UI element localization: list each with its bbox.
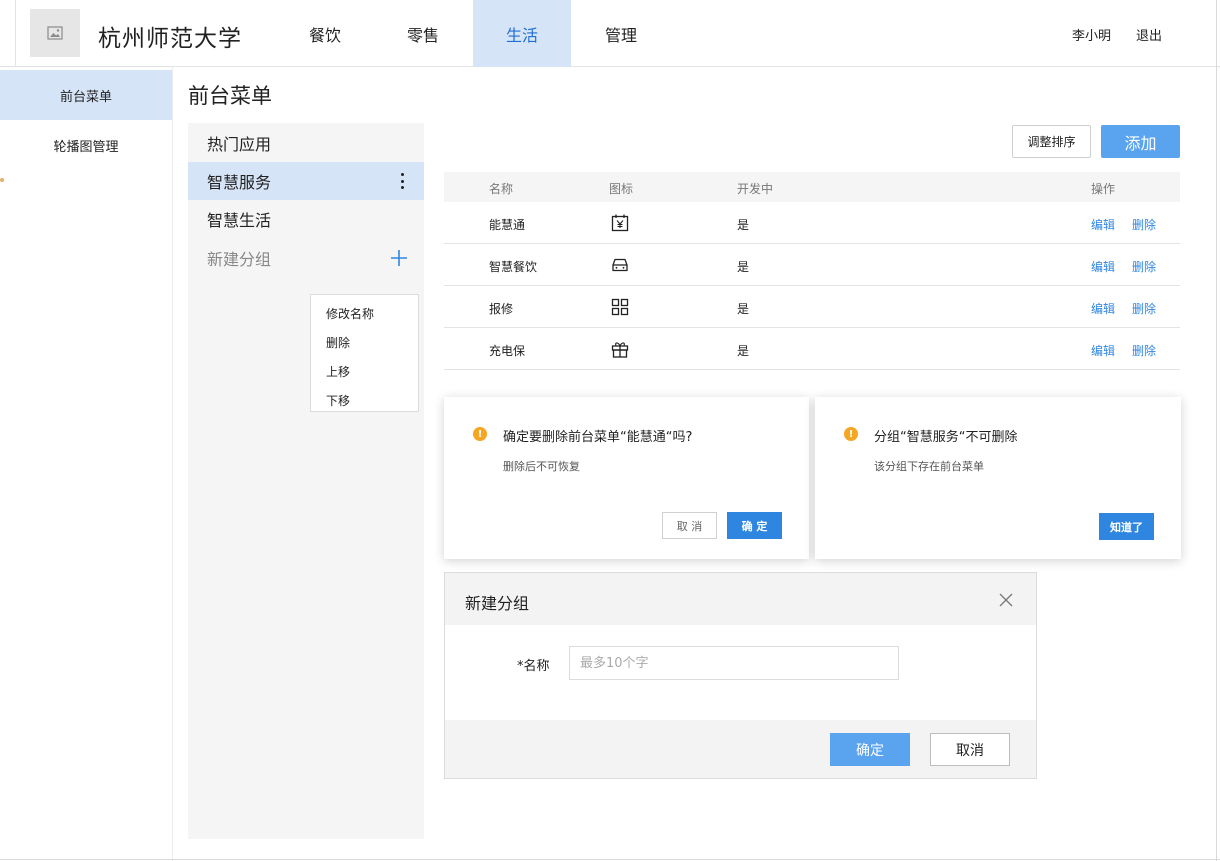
group-item-hot-apps[interactable]: 热门应用 (188, 124, 424, 162)
group-panel: 热门应用 智慧服务 智慧生活 新建分组 (188, 123, 424, 839)
name-field-label: *名称 (517, 659, 550, 674)
group-item-smart-life[interactable]: 智慧生活 (188, 200, 424, 238)
edit-link[interactable]: 编辑 (1091, 258, 1115, 275)
table-row: 充电保 是 编辑 删除 (444, 328, 1180, 370)
warning-icon: ! (473, 427, 487, 441)
row-name: 智慧餐饮 (489, 260, 538, 274)
nav-item-manage[interactable]: 管理 (572, 0, 670, 67)
divider (1216, 0, 1217, 861)
menu-item-move-up[interactable]: 上移 (326, 363, 350, 380)
menu-item-rename[interactable]: 修改名称 (326, 305, 374, 322)
warning-icon: ! (844, 427, 858, 441)
sidebar-item-front-menu[interactable]: 前台菜单 (0, 70, 172, 120)
row-name: 能慧通 (489, 218, 526, 232)
dialog-title: 确定要删除前台菜单“能慧通“吗? (503, 430, 693, 445)
group-item-label: 智慧服务 (207, 173, 272, 192)
divider (0, 859, 1220, 860)
table-header: 名称 图标 开发中 操作 (444, 172, 1180, 202)
dialog-footer: 确定 取消 (445, 720, 1036, 778)
logout-link[interactable]: 退出 (1136, 25, 1162, 44)
confirm-delete-dialog: ! 确定要删除前台菜单“能慧通“吗? 删除后不可恢复 取 消 确 定 (444, 397, 809, 559)
sidebar: 前台菜单 轮播图管理 (0, 67, 172, 861)
got-it-button[interactable]: 知道了 (1099, 513, 1154, 540)
cancel-button[interactable]: 取消 (930, 733, 1010, 766)
user-name[interactable]: 李小明 (1072, 25, 1111, 44)
logo (30, 9, 80, 57)
column-header-dev: 开发中 (737, 182, 774, 196)
plus-icon[interactable] (390, 249, 408, 267)
more-vertical-icon[interactable] (398, 173, 406, 189)
group-context-menu: 修改名称 删除 上移 下移 (310, 294, 419, 412)
menu-item-delete[interactable]: 删除 (326, 334, 350, 351)
image-icon (47, 26, 63, 40)
confirm-button[interactable]: 确定 (830, 733, 910, 766)
close-icon[interactable] (998, 592, 1014, 608)
page-title: 前台菜单 (188, 84, 272, 108)
nav-item-life[interactable]: 生活 (473, 0, 571, 67)
dialog-title: 新建分组 (465, 594, 530, 613)
group-item-smart-service[interactable]: 智慧服务 (188, 162, 424, 200)
decorative-dot (0, 178, 4, 182)
gift-icon (611, 342, 629, 358)
column-header-actions: 操作 (1091, 182, 1116, 196)
divider (15, 0, 16, 67)
delete-link[interactable]: 删除 (1132, 258, 1156, 275)
delete-link[interactable]: 删除 (1132, 216, 1156, 233)
confirm-button[interactable]: 确 定 (727, 512, 782, 539)
table-row: 智慧餐饮 是 编辑 删除 (444, 244, 1180, 286)
row-dev-status: 是 (737, 302, 750, 316)
column-header-icon: 图标 (609, 182, 634, 196)
new-group-item[interactable]: 新建分组 (188, 239, 424, 277)
car-icon (612, 258, 628, 272)
column-header-name: 名称 (489, 182, 514, 196)
sort-button[interactable]: 调整排序 (1012, 125, 1091, 158)
edit-link[interactable]: 编辑 (1091, 216, 1115, 233)
dialog-description: 删除后不可恢复 (503, 460, 580, 473)
sidebar-item-carousel[interactable]: 轮播图管理 (0, 120, 172, 170)
new-group-label: 新建分组 (207, 250, 272, 269)
calendar-yen-icon (611, 214, 629, 232)
cannot-delete-dialog: ! 分组“智慧服务“不可删除 该分组下存在前台菜单 知道了 (815, 397, 1181, 559)
grid-icon (611, 298, 629, 316)
row-dev-status: 是 (737, 344, 750, 358)
dialog-header: 新建分组 (445, 573, 1036, 625)
nav-item-dining[interactable]: 餐饮 (276, 0, 374, 67)
school-name: 杭州师范大学 (98, 26, 242, 52)
row-name: 报修 (489, 302, 514, 316)
row-dev-status: 是 (737, 218, 750, 232)
edit-link[interactable]: 编辑 (1091, 342, 1115, 359)
new-group-dialog: 新建分组 *名称 确定 取消 (444, 572, 1037, 779)
delete-link[interactable]: 删除 (1132, 342, 1156, 359)
dialog-title: 分组“智慧服务“不可删除 (874, 430, 1018, 445)
add-button[interactable]: 添加 (1101, 125, 1180, 158)
group-name-input[interactable] (569, 646, 899, 680)
row-dev-status: 是 (737, 260, 750, 274)
dialog-description: 该分组下存在前台菜单 (874, 460, 984, 473)
menu-item-move-down[interactable]: 下移 (326, 392, 350, 409)
nav-item-retail[interactable]: 零售 (374, 0, 472, 67)
row-name: 充电保 (489, 344, 526, 358)
table-row: 能慧通 是 编辑 删除 (444, 202, 1180, 244)
table-row: 报修 是 编辑 删除 (444, 286, 1180, 328)
top-bar: 杭州师范大学 餐饮 零售 生活 管理 李小明 退出 (0, 0, 1220, 67)
edit-link[interactable]: 编辑 (1091, 300, 1115, 317)
delete-link[interactable]: 删除 (1132, 300, 1156, 317)
cancel-button[interactable]: 取 消 (662, 512, 717, 539)
